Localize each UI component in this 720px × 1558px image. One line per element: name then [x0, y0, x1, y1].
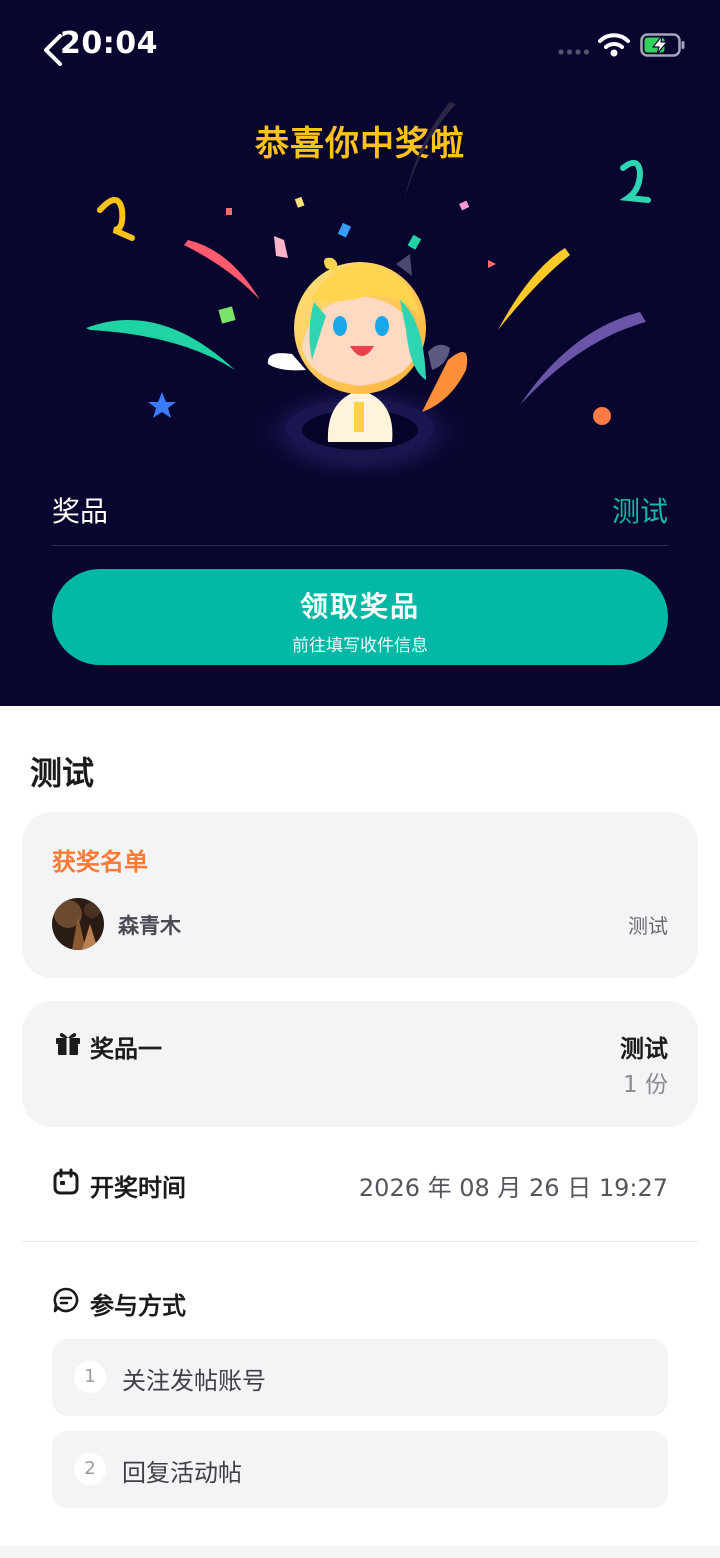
- step-number: 2: [74, 1453, 106, 1485]
- prize-card: 奖品一 测试 1 份: [22, 1001, 698, 1127]
- lottery-title: 测试: [30, 754, 95, 792]
- draw-time-label: 开奖时间: [90, 1174, 186, 1202]
- prize-value: 测试: [611, 495, 668, 528]
- hero-section: 20:04 恭喜你中奖啦 奖品 测试 领取奖品 前往填写收件信息: [0, 0, 720, 706]
- winner-avatar[interactable]: [52, 898, 104, 950]
- step-text: 回复活动帖: [122, 1459, 242, 1487]
- status-time: 20:04: [60, 26, 158, 61]
- winners-title: 获奖名单: [52, 848, 148, 876]
- claim-prize-button[interactable]: 领取奖品 前往填写收件信息: [52, 569, 668, 665]
- calendar-icon: [53, 1168, 79, 1195]
- prize-item-value: 测试: [620, 1035, 668, 1063]
- gift-icon: [56, 1033, 80, 1055]
- participate-step[interactable]: 1 关注发帖账号: [52, 1339, 668, 1416]
- participate-step[interactable]: 2 回复活动帖: [52, 1431, 668, 1508]
- signal-icon: [558, 49, 590, 55]
- participate-label: 参与方式: [90, 1292, 186, 1320]
- winner-name[interactable]: 森青木: [118, 910, 181, 940]
- celebration-illustration: [86, 102, 651, 486]
- prize-label: 奖品: [52, 495, 109, 528]
- winners-card: 获奖名单 森青木 测试: [22, 812, 698, 978]
- step-number: 1: [74, 1361, 106, 1393]
- claim-button-title: 领取奖品: [299, 590, 420, 623]
- prize-row: 奖品 测试: [52, 484, 668, 546]
- draw-time-value: 2026 年 08 月 26 日 19:27: [358, 1174, 668, 1202]
- chat-icon: [53, 1287, 79, 1313]
- winner-prize: 测试: [628, 914, 668, 938]
- details-section: 测试 获奖名单 森青木 测试 奖品一 测试 1 份 开奖时间 2026 年 08…: [0, 706, 720, 1558]
- battery-charging-icon: [640, 33, 685, 57]
- bottom-strip: [0, 1546, 720, 1558]
- prize-item-name: 奖品一: [90, 1035, 162, 1063]
- divider: [22, 1241, 698, 1242]
- wifi-icon: [598, 33, 630, 57]
- draw-time-row: 开奖时间 2026 年 08 月 26 日 19:27: [52, 1166, 668, 1206]
- step-text: 关注发帖账号: [122, 1367, 266, 1395]
- participate-row: 参与方式: [52, 1284, 668, 1320]
- prize-item-count: 1 份: [623, 1072, 668, 1098]
- status-bar: 20:04: [0, 0, 720, 92]
- claim-button-subtitle: 前往填写收件信息: [292, 636, 428, 656]
